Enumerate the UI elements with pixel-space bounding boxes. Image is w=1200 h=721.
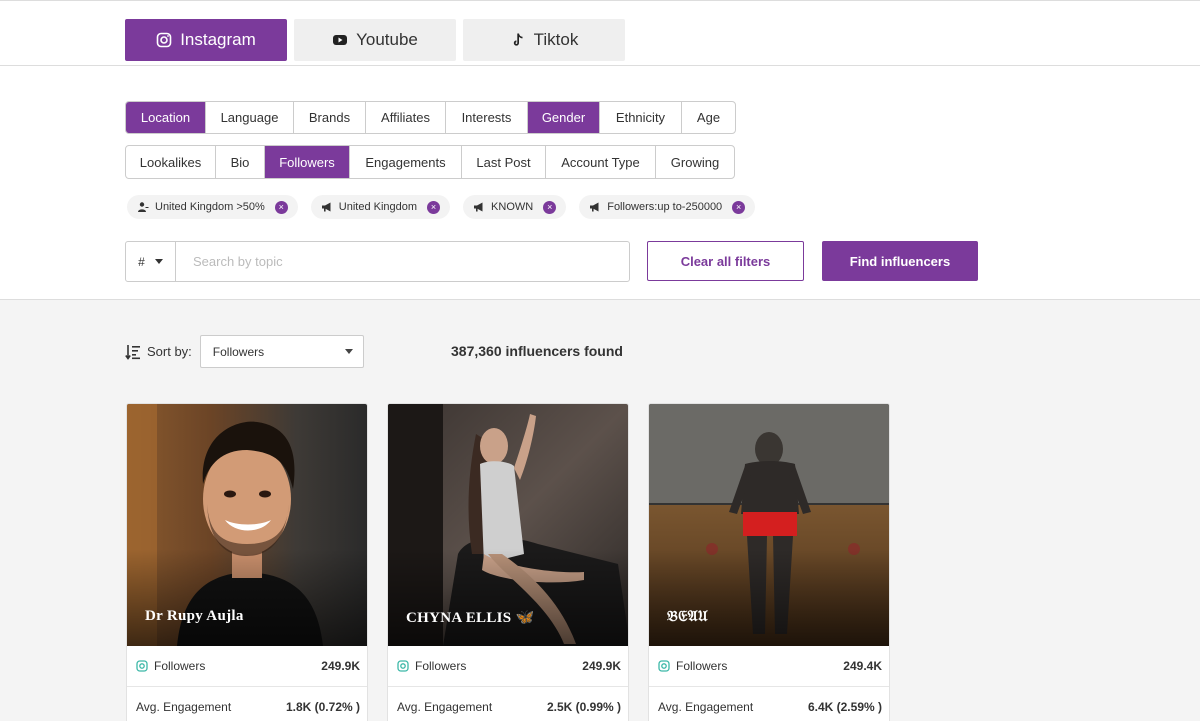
search-prefix: # [138, 254, 145, 269]
engagement-value: 2.5K (0.99% ) [546, 699, 621, 714]
active-filter-chips: United Kingdom >50% × United Kingdom × K… [127, 195, 756, 219]
remove-chip-icon[interactable]: × [732, 200, 746, 214]
engagement-row: Avg. Engagement 2.5K (0.99% ) [388, 686, 628, 721]
filter-gender[interactable]: Gender [528, 102, 600, 133]
chip-label: KNOWN [491, 201, 534, 213]
filter-chip: Followers:up to-250000 × [579, 195, 756, 219]
chip-label: Followers:up to-250000 [607, 201, 723, 213]
sort-select[interactable]: Followers [199, 335, 364, 368]
filter-language[interactable]: Language [206, 102, 294, 133]
sort-control: Sort by: Followers [125, 335, 364, 368]
followers-label: Followers [415, 659, 467, 673]
influencer-card[interactable]: CHYNA ELLIS 🦋 Followers 249.9K Avg. Enga… [387, 403, 629, 721]
filter-interests[interactable]: Interests [446, 102, 528, 133]
tiktok-icon [513, 33, 523, 46]
filter-age[interactable]: Age [682, 102, 735, 133]
followers-label: Followers [676, 659, 728, 673]
audience-icon [138, 202, 149, 212]
filter-bio[interactable]: Bio [216, 146, 265, 178]
search-input[interactable] [176, 242, 629, 281]
sort-selected-value: Followers [212, 344, 265, 359]
filter-chip: KNOWN × [463, 195, 567, 219]
influencer-name: CHYNA ELLIS 🦋 [406, 610, 535, 626]
engagement-row: Avg. Engagement 6.4K (2.59% ) [649, 686, 889, 721]
tab-label: Instagram [180, 30, 256, 49]
influencer-card[interactable]: 𝔅𝔈𝔄𝔘 Followers 249.4K Avg. Engagement 6.… [648, 403, 890, 721]
megaphone-icon [321, 202, 331, 212]
instagram-icon [658, 660, 670, 672]
find-influencers-button[interactable]: Find influencers [822, 241, 978, 281]
engagement-value: 6.4K (2.59% ) [807, 699, 882, 714]
followers-row: Followers 249.9K [388, 646, 628, 686]
tab-tiktok[interactable]: Tiktok [463, 19, 625, 61]
remove-chip-icon[interactable]: × [427, 200, 441, 214]
filter-followers[interactable]: Followers [265, 146, 350, 178]
tab-youtube[interactable]: Youtube [294, 19, 456, 61]
tab-label: Tiktok [533, 30, 579, 49]
search-panel: Instagram Youtube Tiktok Location Langua… [0, 0, 1200, 300]
divider [0, 65, 1200, 66]
filter-account-type[interactable]: Account Type [546, 146, 656, 178]
remove-chip-icon[interactable]: × [543, 200, 557, 214]
chevron-down-icon [154, 259, 163, 264]
engagement-label: Avg. Engagement [658, 699, 754, 714]
remove-chip-icon[interactable]: × [274, 200, 288, 214]
youtube-icon [333, 35, 348, 45]
instagram-icon [136, 660, 148, 672]
clear-filters-button[interactable]: Clear all filters [647, 241, 804, 281]
engagement-label: Avg. Engagement [397, 699, 493, 714]
sort-icon [125, 344, 140, 360]
instagram-icon [156, 32, 172, 48]
chip-label: United Kingdom >50% [155, 201, 265, 213]
megaphone-icon [590, 202, 599, 212]
filter-lookalikes[interactable]: Lookalikes [126, 146, 216, 178]
search-prefix-dropdown[interactable]: # [126, 242, 176, 281]
chevron-down-icon [344, 349, 353, 354]
filter-group-secondary: Lookalikes Bio Followers Engagements Las… [125, 145, 735, 179]
sort-label: Sort by: [147, 344, 192, 359]
filter-last-post[interactable]: Last Post [462, 146, 546, 178]
megaphone-icon [474, 202, 483, 212]
results-count: 387,360 influencers found [451, 343, 623, 359]
filter-group-primary: Location Language Brands Affiliates Inte… [125, 101, 736, 134]
platform-tabs: Instagram Youtube Tiktok [125, 19, 625, 61]
filter-ethnicity[interactable]: Ethnicity [600, 102, 682, 133]
followers-row: Followers 249.9K [127, 646, 367, 686]
influencer-card[interactable]: Dr Rupy Aujla Followers 249.9K Avg. Enga… [126, 403, 368, 721]
followers-label: Followers [154, 659, 206, 673]
filter-affiliates[interactable]: Affiliates [366, 102, 446, 133]
chip-label: United Kingdom [338, 201, 418, 213]
filter-location[interactable]: Location [126, 102, 206, 133]
followers-value: 249.9K [321, 659, 360, 673]
filter-growing[interactable]: Growing [656, 146, 734, 178]
filter-brands[interactable]: Brands [294, 102, 366, 133]
followers-row: Followers 249.4K [649, 646, 889, 686]
filter-chip: United Kingdom >50% × [127, 195, 298, 219]
tab-instagram[interactable]: Instagram [125, 19, 287, 61]
filter-chip: United Kingdom × [310, 195, 451, 219]
engagement-row: Avg. Engagement 1.8K (0.72% ) [127, 686, 367, 721]
engagement-label: Avg. Engagement [136, 699, 232, 714]
influencer-name: Dr Rupy Aujla [145, 608, 244, 624]
engagement-value: 1.8K (0.72% ) [285, 699, 360, 714]
followers-value: 249.9K [582, 659, 621, 673]
followers-value: 249.4K [843, 659, 882, 673]
instagram-icon [397, 660, 409, 672]
topic-search: # [125, 241, 630, 282]
influencer-name: 𝔅𝔈𝔄𝔘 [667, 609, 708, 625]
filter-engagements[interactable]: Engagements [350, 146, 462, 178]
tab-label: Youtube [356, 30, 418, 49]
